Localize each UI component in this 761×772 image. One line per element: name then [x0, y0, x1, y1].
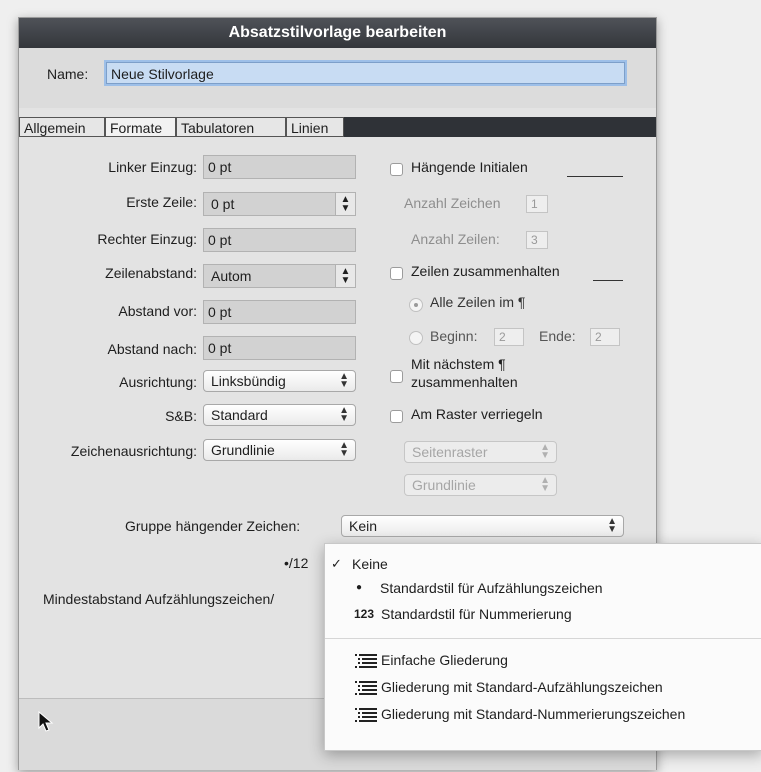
grundlinie-select[interactable]: Grundlinie ▲ ▼ — [404, 474, 557, 496]
tab-allgemein[interactable]: Allgemein — [19, 117, 105, 137]
anzahl-zeilen-label: Anzahl Zeilen: — [411, 231, 500, 247]
alle-zeilen-radio[interactable] — [409, 298, 423, 312]
haengende-initialen-checkbox[interactable] — [390, 163, 403, 176]
bullet-icon: ● — [356, 582, 363, 593]
zeilenabstand-label: Zeilenabstand: — [105, 265, 197, 281]
anzahl-zeichen-label: Anzahl Zeichen — [404, 195, 501, 211]
erste-zeile-value: 0 pt — [211, 196, 235, 212]
zeichenausrichtung-label: Zeichenausrichtung: — [70, 443, 197, 459]
sb-value: Standard — [211, 407, 268, 423]
menu-separator — [325, 638, 761, 639]
linker-einzug-label: Linker Einzug: — [108, 159, 197, 175]
haengende-initialen-label: Hängende Initialen — [411, 159, 528, 175]
ausrichtung-select[interactable]: Linksbündig ▲ ▼ — [203, 370, 356, 392]
menu-item-gliederung-nummerierung[interactable]: Gliederung mit Standard-Nummerierungszei… — [325, 702, 761, 726]
ausrichtung-label: Ausrichtung: — [119, 374, 197, 390]
seitenraster-select[interactable]: Seitenraster ▲ ▼ — [404, 441, 557, 463]
erste-zeile-label: Erste Zeile: — [126, 194, 197, 210]
menu-item-einfache-gliederung[interactable]: Einfache Gliederung — [325, 648, 761, 672]
dialog-title: Absatzstilvorlage bearbeiten — [19, 18, 656, 48]
chevron-updown-icon: ▲ ▼ — [339, 405, 349, 424]
gruppe-value: Kein — [349, 518, 378, 534]
beginn-radio[interactable] — [409, 331, 423, 345]
menu-item-label: Standardstil für Nummerierung — [381, 606, 572, 622]
chevron-updown-icon: ▲ ▼ — [540, 442, 550, 461]
outline-list-icon — [355, 681, 377, 695]
mindestabstand-label: Mindestabstand Aufzählungszeichen/ — [43, 591, 275, 607]
grundlinie-value: Grundlinie — [412, 477, 476, 493]
erste-zeile-input[interactable]: 0 pt ▲ ▼ — [203, 192, 356, 216]
tab-linien[interactable]: Linien — [286, 117, 344, 137]
anzahl-zeichen-input[interactable]: 1 — [526, 195, 548, 213]
menu-item-label: Keine — [352, 556, 388, 572]
beginn-input[interactable]: 2 — [494, 328, 524, 346]
outline-list-icon — [355, 708, 377, 722]
zeichenausrichtung-value: Grundlinie — [211, 442, 275, 458]
checkmark-icon: ✓ — [331, 556, 342, 571]
zeilen-zusammenhalten-checkbox[interactable] — [390, 267, 403, 280]
ende-label: Ende: — [539, 328, 576, 344]
mit-naechstem-label-2: zusammenhalten — [411, 374, 518, 390]
menu-item-label: Einfache Gliederung — [381, 652, 508, 668]
list-style-popup-menu: ✓ Keine ● Standardstil für Aufzählungsze… — [324, 543, 761, 751]
section-line — [593, 280, 623, 281]
section-line — [567, 176, 623, 177]
seitenraster-value: Seitenraster — [412, 444, 488, 460]
abstand-nach-label: Abstand nach: — [107, 341, 197, 357]
ausrichtung-value: Linksbündig — [211, 373, 286, 389]
sb-select[interactable]: Standard ▲ ▼ — [203, 404, 356, 426]
gruppe-label: Gruppe hängender Zeichen: — [125, 518, 301, 534]
chevron-updown-icon: ▲ ▼ — [339, 440, 349, 459]
menu-item-gliederung-aufzaehlung[interactable]: Gliederung mit Standard-Aufzählungszeich… — [325, 675, 761, 699]
tab-tabulatoren[interactable]: Tabulatoren — [176, 117, 286, 137]
abstand-vor-input[interactable]: 0 pt — [203, 300, 356, 324]
beginn-label: Beginn: — [430, 328, 478, 344]
tab-formate[interactable]: Formate — [105, 117, 176, 137]
linker-einzug-input[interactable]: 0 pt — [203, 155, 356, 179]
ende-input[interactable]: 2 — [590, 328, 620, 346]
outline-list-icon — [355, 654, 377, 668]
zeilenabstand-input[interactable]: Autom ▲ ▼ — [203, 264, 356, 288]
chevron-updown-icon: ▲ ▼ — [607, 516, 617, 535]
mouse-pointer-icon — [38, 711, 54, 732]
tab-bar: Allgemein Formate Tabulatoren Linien — [19, 117, 656, 137]
anzahl-zeilen-input[interactable]: 3 — [526, 231, 548, 249]
zeilenabstand-value: Autom — [211, 268, 252, 284]
abstand-vor-label: Abstand vor: — [118, 303, 197, 319]
am-raster-checkbox[interactable] — [390, 410, 403, 423]
stepper-icon[interactable]: ▲ ▼ — [335, 193, 355, 215]
name-input[interactable]: Neue Stilvorlage — [106, 62, 625, 84]
bullet-size-label: •/12 — [284, 555, 309, 571]
zeichenausrichtung-select[interactable]: Grundlinie ▲ ▼ — [203, 439, 356, 461]
mit-naechstem-label-1: Mit nächstem ¶ — [411, 356, 506, 372]
menu-item-label: Standardstil für Aufzählungszeichen — [380, 580, 603, 596]
menu-item-keine[interactable]: ✓ Keine — [325, 552, 761, 576]
menu-item-aufzaehlung[interactable]: ● Standardstil für Aufzählungszeichen — [325, 576, 761, 600]
rechter-einzug-label: Rechter Einzug: — [97, 231, 197, 247]
chevron-updown-icon: ▲ ▼ — [339, 371, 349, 390]
mit-naechstem-checkbox[interactable] — [390, 370, 403, 383]
gruppe-select[interactable]: Kein ▲ ▼ — [341, 515, 624, 537]
abstand-nach-input[interactable]: 0 pt — [203, 336, 356, 360]
numbering-icon: 123 — [354, 607, 375, 621]
menu-item-label: Gliederung mit Standard-Aufzählungszeich… — [381, 679, 663, 695]
stepper-icon[interactable]: ▲ ▼ — [335, 265, 355, 287]
name-label: Name: — [47, 66, 89, 82]
sb-label: S&B: — [165, 408, 197, 424]
am-raster-label: Am Raster verriegeln — [411, 406, 543, 422]
rechter-einzug-input[interactable]: 0 pt — [203, 228, 356, 252]
alle-zeilen-label: Alle Zeilen im ¶ — [430, 294, 526, 310]
menu-item-label: Gliederung mit Standard-Nummerierungszei… — [381, 706, 686, 722]
menu-item-nummerierung[interactable]: 123 Standardstil für Nummerierung — [325, 602, 761, 626]
zeilen-zusammenhalten-label: Zeilen zusammenhalten — [411, 263, 560, 279]
chevron-updown-icon: ▲ ▼ — [540, 475, 550, 494]
